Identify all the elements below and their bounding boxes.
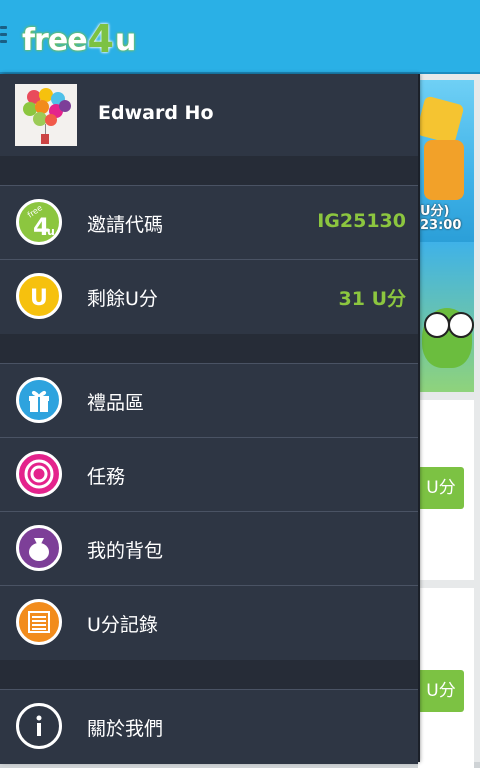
promo-banner[interactable]: U分) 23:00 <box>415 80 474 242</box>
avatar <box>15 84 77 146</box>
menu-item-label: 關於我們 <box>87 718 164 740</box>
u-points-icon: U <box>16 273 62 319</box>
hamburger-icon[interactable] <box>0 26 8 46</box>
logo-text-four: 4 <box>87 17 114 61</box>
banner-time: 23:00 <box>420 218 462 233</box>
remaining-points-value: 31 U分 <box>338 288 406 310</box>
frog-eye <box>424 312 450 338</box>
free4u-logo-icon: free 4 u <box>16 199 62 245</box>
logo-text-free: free <box>22 23 88 58</box>
menu-item-label: U分記錄 <box>87 614 158 636</box>
frog-banner[interactable] <box>418 242 474 392</box>
menu-item-label: 我的背包 <box>87 540 164 562</box>
menu-item-my-bag[interactable]: 我的背包 <box>0 511 418 586</box>
redeem-button[interactable]: U分 <box>418 670 464 712</box>
menu-item-label: 任務 <box>87 466 126 488</box>
menu-item-tasks[interactable]: 任務 <box>0 437 418 512</box>
svg-text:U: U <box>30 286 48 311</box>
gift-icon <box>16 377 62 423</box>
section-divider <box>0 156 418 185</box>
promo-graphic <box>424 140 464 200</box>
target-icon <box>16 451 62 497</box>
menu-item-label: 禮品區 <box>87 392 145 414</box>
record-list-icon <box>16 599 62 645</box>
redeem-button[interactable]: U分 <box>418 467 464 509</box>
profile-header[interactable]: Edward Ho <box>0 74 418 156</box>
app-logo[interactable]: free 4 u <box>22 18 136 58</box>
logo-text-u: u <box>115 23 137 58</box>
menu-item-points-record[interactable]: U分記錄 <box>0 585 418 660</box>
info-icon <box>16 703 62 749</box>
section-divider <box>0 334 418 363</box>
bag-icon <box>16 525 62 571</box>
drawer-edge-shadow <box>418 74 420 762</box>
menu-item-label: 邀請代碼 <box>87 214 164 236</box>
menu-item-about-us[interactable]: 關於我們 <box>0 689 418 764</box>
navigation-drawer: Edward Ho free 4 u 邀請代碼 IG25130 U 剩餘U分 3… <box>0 74 418 764</box>
menu-item-label: 剩餘U分 <box>87 288 158 310</box>
menu-item-gifts[interactable]: 禮品區 <box>0 363 418 438</box>
banner-text: U分) <box>420 204 450 219</box>
action-bar: free 4 u <box>0 0 480 74</box>
svg-text:u: u <box>47 225 55 238</box>
section-divider <box>0 660 418 689</box>
profile-name: Edward Ho <box>98 102 214 124</box>
invite-code-value: IG25130 <box>317 210 406 232</box>
menu-item-invite-code[interactable]: free 4 u 邀請代碼 IG25130 <box>0 185 418 260</box>
menu-item-remaining-points[interactable]: U 剩餘U分 31 U分 <box>0 259 418 334</box>
gift-box-image <box>415 95 465 145</box>
frog-eye <box>448 312 474 338</box>
